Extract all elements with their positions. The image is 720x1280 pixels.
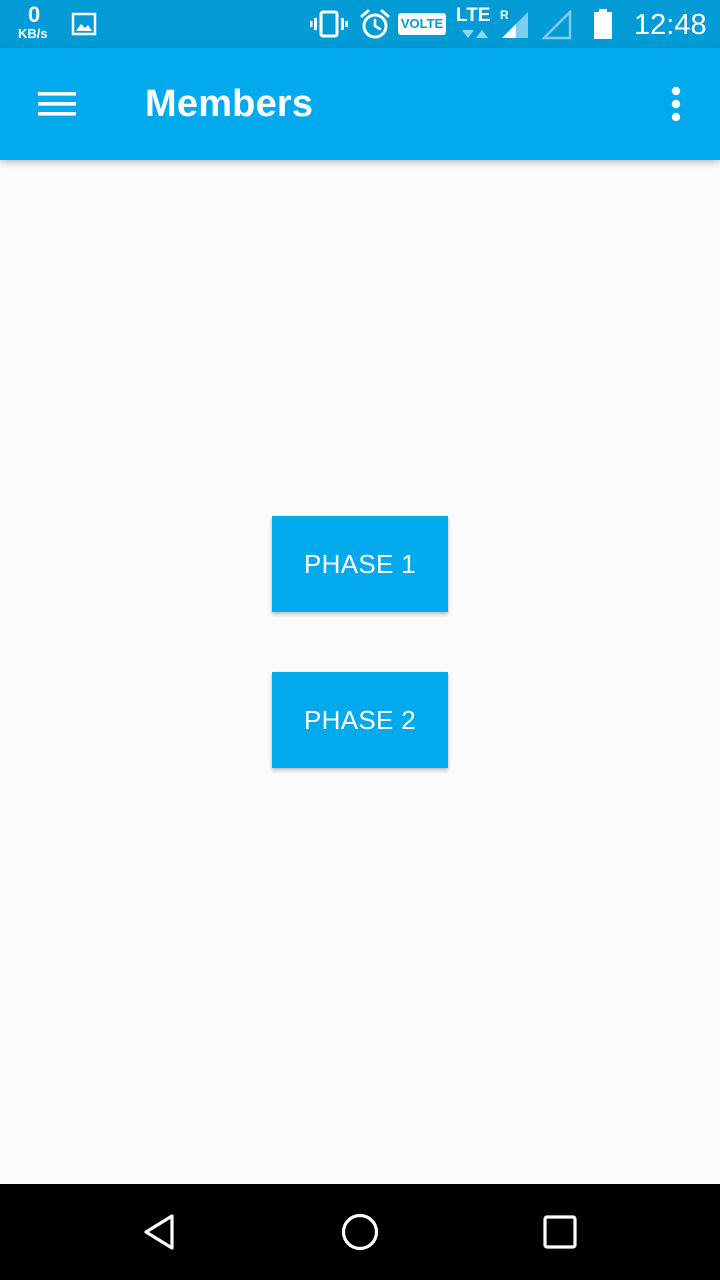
home-button[interactable] <box>332 1208 388 1256</box>
app-bar: Members <box>0 48 720 160</box>
lte-data-icon: LTE <box>456 5 491 26</box>
image-notification-icon <box>71 12 97 36</box>
data-activity-icon <box>462 30 488 38</box>
signal-empty-icon <box>542 10 572 40</box>
recents-icon <box>543 1215 577 1249</box>
battery-icon <box>594 9 612 39</box>
back-button[interactable] <box>132 1208 188 1256</box>
volte-icon: VOLTE <box>398 13 446 35</box>
page-title: Members <box>145 83 314 125</box>
alarm-icon <box>360 9 390 39</box>
net-speed-value: 0 <box>28 2 41 27</box>
content-area: PHASE 1 PHASE 2 <box>0 160 720 1184</box>
vibrate-icon <box>310 10 348 38</box>
phase-1-button[interactable]: PHASE 1 <box>272 516 448 612</box>
back-icon <box>144 1214 174 1250</box>
recents-button[interactable] <box>532 1208 588 1256</box>
net-speed-unit: KB/s <box>18 26 48 41</box>
signal-icon <box>502 12 528 38</box>
clock: 12:48 <box>634 9 707 41</box>
more-vert-icon <box>671 86 681 122</box>
status-bar: 0 KB/s VOLTE LTE R 12:48 <box>0 0 720 48</box>
phase-2-button[interactable]: PHASE 2 <box>272 672 448 768</box>
home-icon <box>341 1213 379 1251</box>
hamburger-menu-icon <box>38 92 76 116</box>
overflow-menu-button[interactable] <box>652 78 700 130</box>
menu-button[interactable] <box>28 78 84 130</box>
